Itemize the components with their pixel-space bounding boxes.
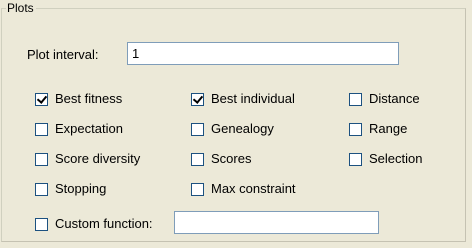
checkbox-box[interactable] xyxy=(349,122,362,136)
checkbox-box[interactable] xyxy=(35,92,48,106)
plots-group-title: Plots xyxy=(6,0,36,16)
checkbox-label: Custom function: xyxy=(55,216,153,231)
checkbox-custom-function[interactable]: Custom function: xyxy=(35,216,153,232)
checkbox-label: Range xyxy=(369,121,408,136)
checkbox-box[interactable] xyxy=(35,182,48,196)
checkbox-label: Best fitness xyxy=(55,91,123,106)
checkbox-label: Scores xyxy=(211,151,252,166)
checkbox-score-diversity[interactable]: Score diversity xyxy=(35,151,140,167)
checkbox-label: Max constraint xyxy=(211,181,296,196)
checkbox-expectation[interactable]: Expectation xyxy=(35,121,123,137)
checkbox-box[interactable] xyxy=(35,122,48,136)
checkbox-box[interactable] xyxy=(35,152,48,166)
checkbox-range[interactable]: Range xyxy=(349,121,407,137)
checkbox-box[interactable] xyxy=(191,182,204,196)
checkbox-box[interactable] xyxy=(191,152,204,166)
checkbox-label: Distance xyxy=(369,91,420,106)
checkbox-box[interactable] xyxy=(191,122,204,136)
checkbox-label: Selection xyxy=(369,151,423,166)
checkbox-label: Stopping xyxy=(55,181,107,196)
checkbox-best-fitness[interactable]: Best fitness xyxy=(35,91,122,107)
checkbox-stopping[interactable]: Stopping xyxy=(35,181,106,197)
checkbox-box[interactable] xyxy=(349,152,362,166)
checkbox-max-constraint[interactable]: Max constraint xyxy=(191,181,296,197)
checkbox-genealogy[interactable]: Genealogy xyxy=(191,121,274,137)
checkbox-distance[interactable]: Distance xyxy=(349,91,420,107)
checkbox-label: Best individual xyxy=(211,91,295,106)
checkbox-label: Score diversity xyxy=(55,151,141,166)
checkbox-label: Genealogy xyxy=(211,121,274,136)
custom-function-input[interactable] xyxy=(174,211,379,234)
checkbox-box[interactable] xyxy=(349,92,362,106)
checkbox-scores[interactable]: Scores xyxy=(191,151,251,167)
checkbox-selection[interactable]: Selection xyxy=(349,151,422,167)
checkbox-box[interactable] xyxy=(191,92,204,106)
plots-panel-window: Plots Plot interval: Best fitness Best i… xyxy=(0,0,472,248)
checkbox-best-individual[interactable]: Best individual xyxy=(191,91,295,107)
checkbox-label: Expectation xyxy=(55,121,123,136)
checkbox-box[interactable] xyxy=(35,217,48,231)
plot-interval-label: Plot interval: xyxy=(27,47,99,62)
plot-interval-input[interactable] xyxy=(127,42,399,65)
